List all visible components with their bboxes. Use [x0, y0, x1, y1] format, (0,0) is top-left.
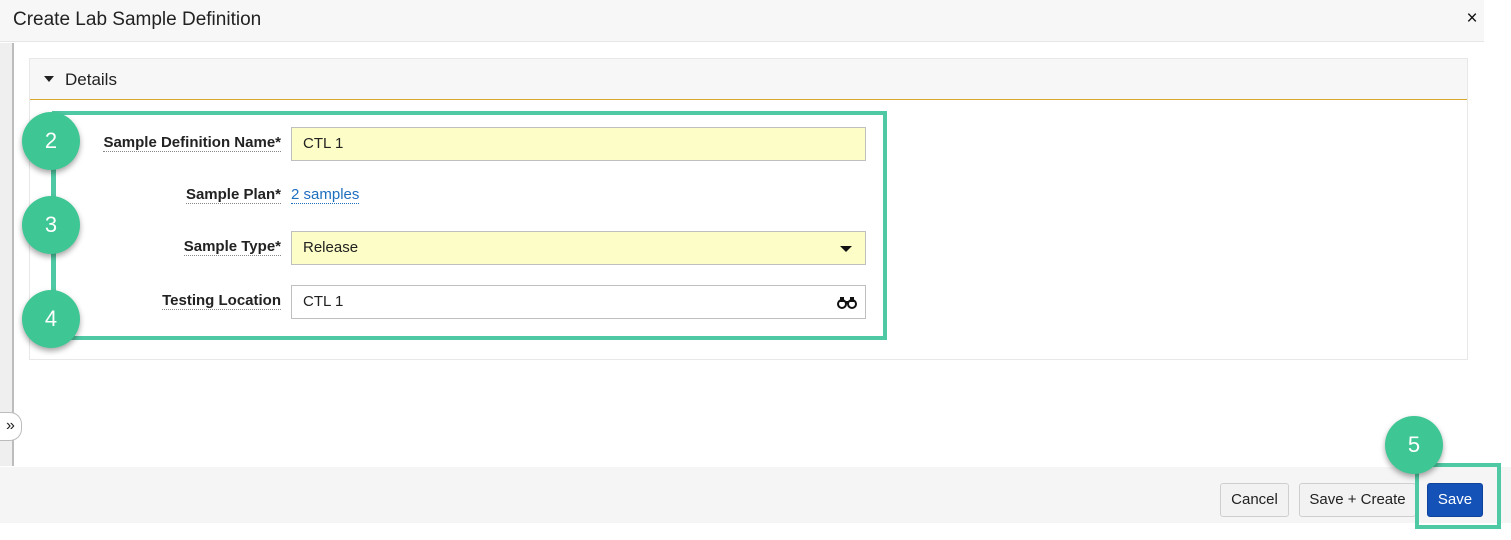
step-3-marker: 3 — [22, 196, 80, 254]
dialog-header: Create Lab Sample Definition × — [0, 0, 1484, 42]
sample-plan-label-wrap: Sample Plan* — [41, 186, 281, 204]
sample-type-select[interactable]: Release — [291, 231, 866, 265]
binoculars-icon[interactable] — [837, 294, 857, 310]
sample-type-label-wrap: Sample Type* — [41, 238, 281, 256]
testing-location-label: Testing Location — [162, 292, 281, 310]
save-button[interactable]: Save — [1427, 483, 1483, 517]
sample-definition-name-input[interactable]: CTL 1 — [291, 127, 866, 161]
sample-type-value: Release — [303, 239, 359, 256]
sample-type-label: Sample Type* — [183, 238, 281, 256]
dialog-title: Create Lab Sample Definition — [13, 9, 262, 30]
sample-plan-link[interactable]: 2 samples — [291, 186, 360, 204]
left-side-rail — [0, 43, 14, 466]
details-section-title: Details — [65, 70, 117, 89]
dropdown-arrow-icon[interactable] — [840, 246, 852, 252]
cancel-button[interactable]: Cancel — [1220, 483, 1289, 517]
expand-sidebar-button[interactable]: » — [0, 412, 22, 441]
sample-plan-label: Sample Plan* — [185, 186, 281, 204]
save-and-create-button[interactable]: Save + Create — [1299, 483, 1416, 517]
step-4-marker: 4 — [22, 290, 80, 348]
step-2-marker: 2 — [22, 112, 80, 170]
testing-location-input[interactable]: CTL 1 — [291, 285, 866, 319]
sample-definition-name-label: Sample Definition Name* — [103, 134, 281, 152]
close-icon[interactable]: × — [1462, 8, 1482, 30]
caret-down-icon[interactable] — [44, 76, 54, 82]
details-section-header[interactable]: Details — [30, 59, 1467, 100]
testing-location-value: CTL 1 — [303, 293, 344, 310]
step-5-marker: 5 — [1385, 416, 1443, 474]
